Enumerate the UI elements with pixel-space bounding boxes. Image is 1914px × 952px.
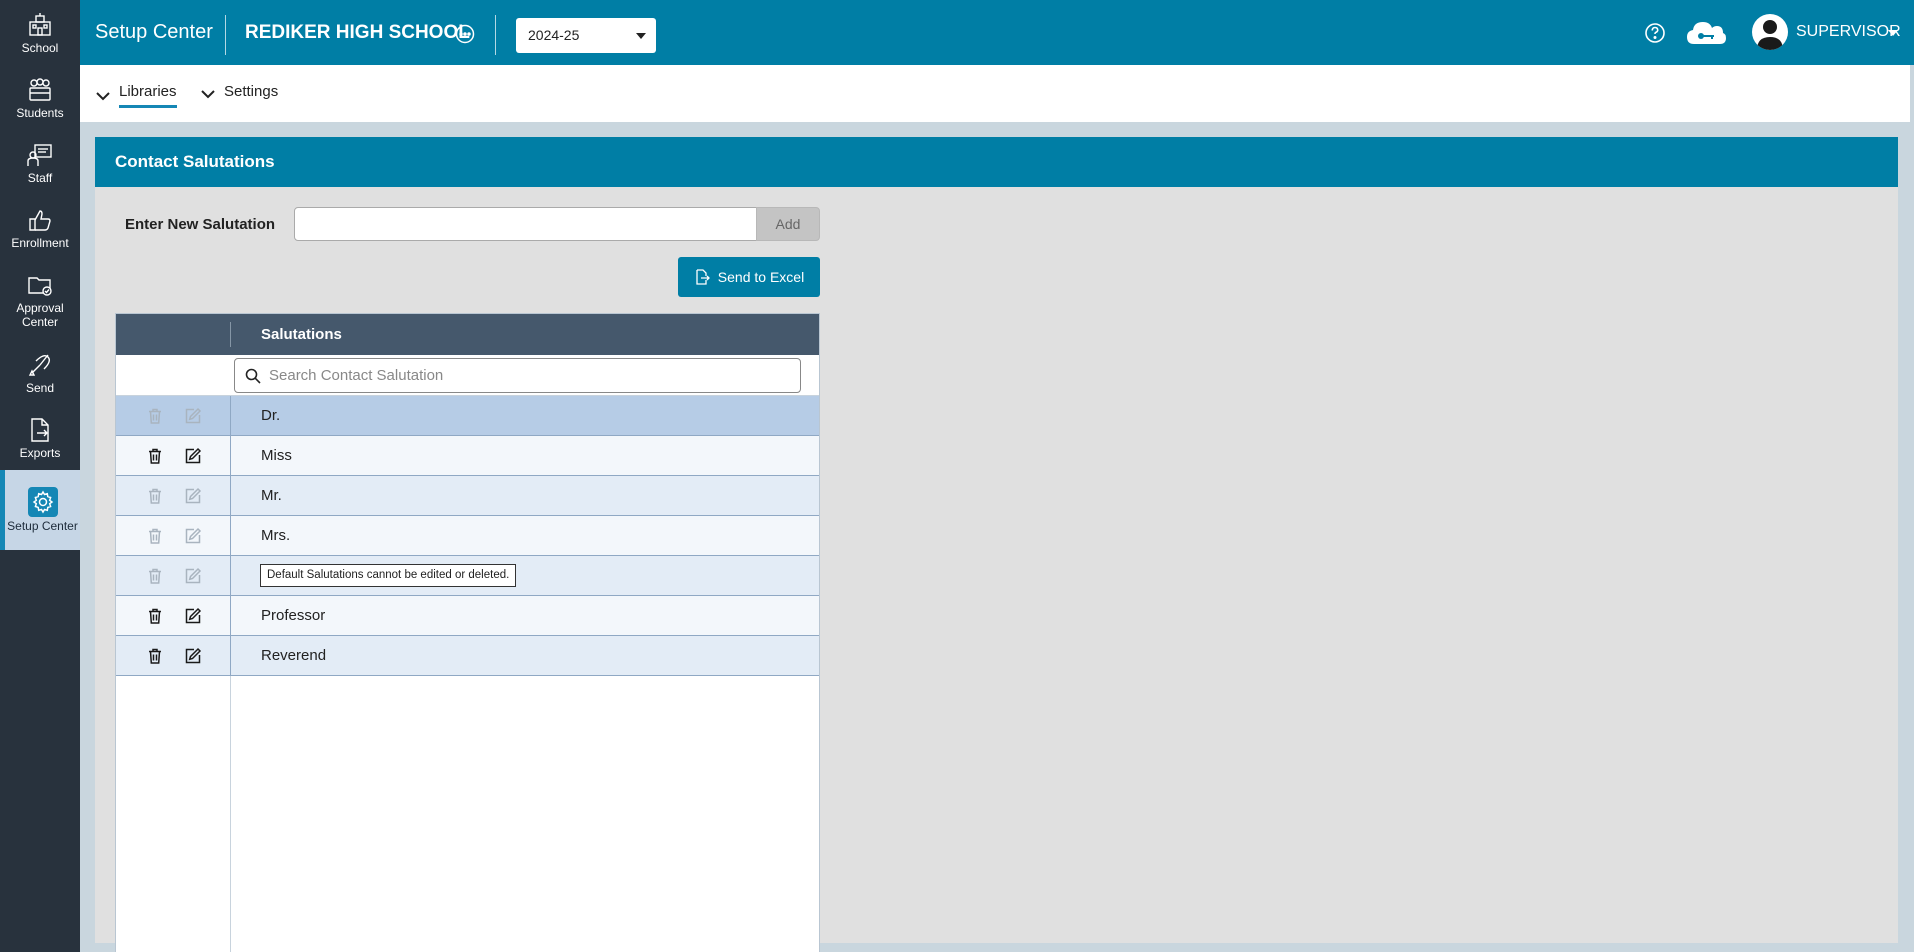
nav-label-staff: Staff [27, 170, 53, 185]
edit-icon [184, 407, 202, 425]
app-title: Setup Center [95, 21, 213, 43]
school-year-select[interactable]: 2024-25 [516, 18, 656, 53]
send-icon [28, 354, 51, 376]
edit-icon [184, 487, 202, 505]
staff-icon [27, 143, 52, 166]
new-salutation-input[interactable] [294, 207, 757, 241]
nav-label-enrollment: Enrollment [11, 235, 69, 250]
contact-salutations-panel: Contact Salutations Enter New Salutation… [95, 137, 1898, 952]
edit-icon [184, 567, 202, 585]
table-row[interactable]: Dr. [116, 396, 819, 436]
exports-icon [31, 417, 49, 442]
column-header-salutations[interactable]: Salutations [261, 326, 342, 343]
delete-icon [146, 527, 164, 545]
new-salutation-label: Enter New Salutation [125, 216, 276, 233]
nav-item-enrollment[interactable]: Enrollment [0, 195, 80, 260]
enrollment-icon [29, 209, 51, 231]
cloud-key-icon[interactable] [1686, 18, 1726, 48]
search-box [234, 358, 801, 393]
edit-icon[interactable] [184, 447, 202, 465]
salutation-cell: Miss [261, 447, 292, 464]
edit-icon [184, 527, 202, 545]
nav-item-send[interactable]: Send [0, 340, 80, 405]
export-file-icon [696, 269, 710, 285]
column-separator [230, 476, 231, 516]
grid-header: Salutations [116, 314, 819, 355]
table-row[interactable]: Mrs. [116, 516, 819, 556]
setup-center-icon [32, 490, 53, 514]
more-options-icon[interactable] [455, 24, 475, 44]
add-button[interactable]: Add [756, 207, 820, 241]
table-row[interactable]: Reverend [116, 636, 819, 676]
header-divider [230, 322, 231, 347]
delete-icon [146, 567, 164, 585]
table-row[interactable]: Mr. [116, 476, 819, 516]
edit-icon[interactable] [184, 647, 202, 665]
chevron-down-icon [201, 90, 215, 99]
school-name[interactable]: REDIKER HIGH SCHOOL [245, 22, 470, 44]
delete-icon [146, 407, 164, 425]
table-row[interactable]: Professor [116, 596, 819, 636]
nav-label-approval-center: Approval Center [16, 301, 64, 329]
subnav-settings[interactable]: Settings [200, 83, 278, 105]
nav-label-setup-center: Setup Center [7, 519, 78, 533]
user-name[interactable]: SUPERVISOR [1796, 23, 1901, 41]
nav-item-setup-center[interactable]: Setup Center [0, 470, 80, 550]
table-row[interactable]: Miss [116, 436, 819, 476]
sub-navigation: Libraries Settings [80, 65, 1910, 122]
left-navigation: School Students Staff Enrollment Approva… [0, 0, 80, 952]
salutations-grid: Salutations Dr.MissMr.Mrs.Ms.ProfessorRe… [115, 313, 820, 952]
subnav-settings-label: Settings [224, 83, 279, 100]
delete-icon[interactable] [146, 447, 164, 465]
chevron-down-icon [96, 91, 110, 100]
nav-label-exports: Exports [19, 445, 61, 460]
column-separator [230, 596, 231, 636]
caret-down-icon[interactable] [1888, 30, 1898, 36]
column-separator [230, 636, 231, 676]
user-silhouette-icon [1757, 20, 1783, 50]
salutation-cell: Mr. [261, 487, 282, 504]
column-separator [230, 436, 231, 476]
subnav-libraries[interactable]: Libraries [95, 83, 177, 108]
nav-item-school[interactable]: School [0, 0, 80, 65]
header-divider [495, 15, 496, 55]
header-divider [225, 15, 226, 55]
tooltip: Default Salutations cannot be edited or … [260, 564, 517, 587]
filter-row [116, 355, 819, 396]
search-input[interactable] [269, 359, 794, 392]
approval-center-icon [28, 277, 52, 296]
setup-center-icon-box [27, 487, 58, 517]
send-to-excel-button[interactable]: Send to Excel [678, 257, 820, 297]
column-separator [230, 516, 231, 556]
nav-label-students: Students [16, 105, 64, 120]
delete-icon[interactable] [146, 607, 164, 625]
search-icon [245, 368, 261, 384]
nav-label-school: School [21, 40, 59, 55]
school-year-value: 2024-25 [528, 27, 580, 43]
school-icon [29, 12, 51, 36]
help-icon[interactable] [1644, 22, 1666, 44]
column-separator [230, 556, 231, 596]
delete-icon[interactable] [146, 647, 164, 665]
panel-title: Contact Salutations [95, 137, 1898, 187]
nav-label-send: Send [25, 380, 55, 395]
top-header: Setup Center REDIKER HIGH SCHOOL 2024-25… [80, 0, 1914, 65]
delete-icon [146, 487, 164, 505]
students-icon [29, 77, 51, 101]
nav-item-exports[interactable]: Exports [0, 405, 80, 470]
salutation-cell: Reverend [261, 647, 327, 664]
column-separator [230, 396, 231, 436]
subnav-libraries-label: Libraries [119, 83, 177, 108]
avatar[interactable] [1752, 14, 1788, 50]
send-to-excel-label: Send to Excel [717, 269, 805, 285]
nav-item-approval-center[interactable]: Approval Center [0, 260, 80, 340]
salutation-cell: Mrs. [261, 527, 291, 544]
edit-icon[interactable] [184, 607, 202, 625]
nav-item-staff[interactable]: Staff [0, 130, 80, 195]
caret-down-icon [636, 33, 646, 39]
salutation-cell: Dr. [261, 407, 281, 424]
nav-item-students[interactable]: Students [0, 65, 80, 130]
salutation-cell: Professor [261, 607, 326, 624]
